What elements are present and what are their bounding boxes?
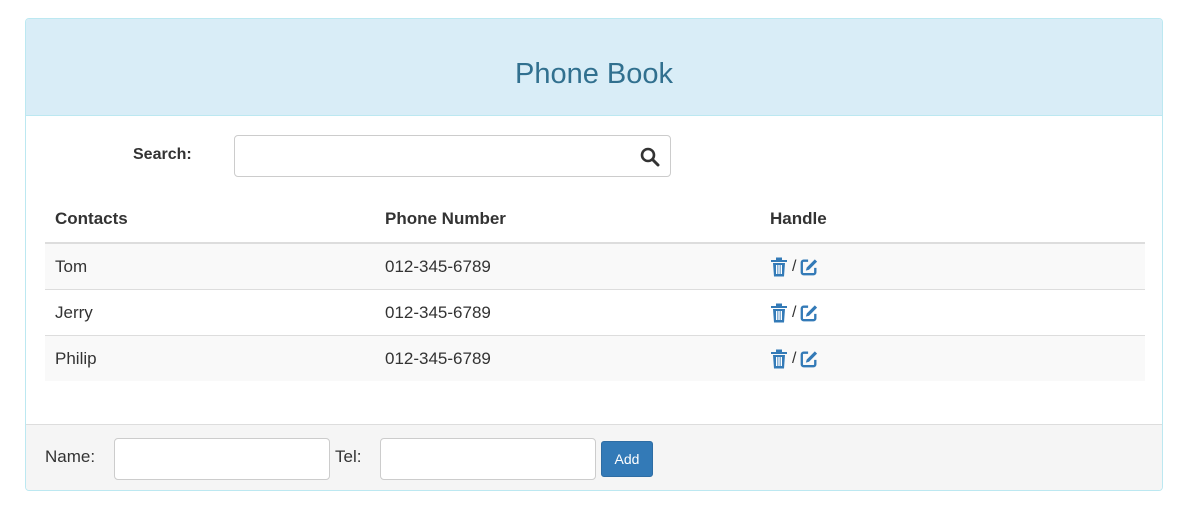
contacts-table: Contacts Phone Number Handle Tom 012-345… bbox=[45, 195, 1145, 381]
column-header-handle: Handle bbox=[760, 195, 1145, 244]
search-icon[interactable] bbox=[640, 147, 660, 167]
search-box[interactable] bbox=[234, 135, 671, 177]
trash-icon[interactable] bbox=[770, 349, 788, 369]
name-input[interactable] bbox=[114, 438, 330, 480]
table-row: Jerry 012-345-6789 / bbox=[45, 289, 1145, 336]
contact-phone: 012-345-6789 bbox=[375, 335, 760, 381]
contact-name: Philip bbox=[45, 335, 375, 381]
search-input[interactable] bbox=[235, 136, 654, 176]
handle-cell: / bbox=[760, 243, 1145, 290]
edit-icon[interactable] bbox=[800, 349, 818, 369]
handle-cell: / bbox=[760, 289, 1145, 336]
trash-icon[interactable] bbox=[770, 257, 788, 277]
handle-separator: / bbox=[792, 303, 797, 321]
contact-phone: 012-345-6789 bbox=[375, 289, 760, 336]
add-button[interactable]: Add bbox=[601, 441, 653, 477]
handle-cell: / bbox=[760, 335, 1145, 381]
edit-icon[interactable] bbox=[800, 257, 818, 277]
column-header-contacts: Contacts bbox=[45, 195, 375, 244]
contact-name: Tom bbox=[45, 243, 375, 290]
handle-separator: / bbox=[792, 257, 797, 275]
trash-icon[interactable] bbox=[770, 303, 788, 323]
tel-label: Tel: bbox=[335, 447, 362, 466]
column-header-phone: Phone Number bbox=[375, 195, 760, 244]
phone-book-panel: Phone Book Search: Contacts Phone Number… bbox=[25, 18, 1163, 491]
page-title: Phone Book bbox=[514, 58, 673, 90]
edit-icon[interactable] bbox=[800, 303, 818, 323]
table-header-row: Contacts Phone Number Handle bbox=[45, 195, 1145, 244]
contact-name: Jerry bbox=[45, 289, 375, 336]
handle-separator: / bbox=[792, 349, 797, 367]
panel-footer: Name: Tel: Add bbox=[26, 424, 1162, 490]
contact-phone: 012-345-6789 bbox=[375, 243, 760, 290]
search-label: Search: bbox=[133, 146, 192, 163]
panel-heading: Phone Book bbox=[26, 19, 1162, 116]
table-row: Philip 012-345-6789 / bbox=[45, 335, 1145, 381]
table-row: Tom 012-345-6789 / bbox=[45, 243, 1145, 290]
tel-input[interactable] bbox=[380, 438, 596, 480]
name-label: Name: bbox=[45, 447, 96, 466]
